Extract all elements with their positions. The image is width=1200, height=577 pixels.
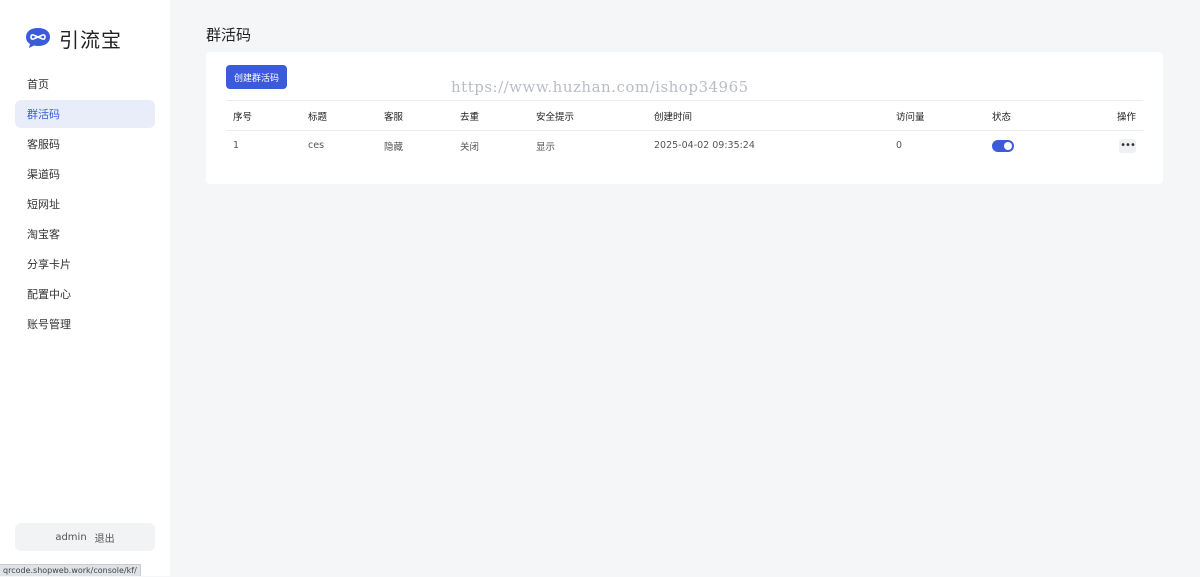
logout-link[interactable]: 退出 — [95, 530, 115, 545]
column-header-safety-tip: 安全提示 — [529, 100, 647, 131]
group-qrcode-table: 序号 标题 客服 去重 安全提示 创建时间 访问量 状态 操作 1 ces 隐藏… — [226, 100, 1143, 161]
sidebar-item-group-qrcode[interactable]: 群活码 — [15, 100, 155, 128]
sidebar: 引流宝 首页 群活码 客服码 渠道码 短网址 淘宝客 分享卡片 配置中心 账号管… — [0, 0, 170, 576]
username: admin — [55, 531, 87, 543]
sidebar-item-channel-qrcode[interactable]: 渠道码 — [15, 160, 155, 188]
create-group-qrcode-button[interactable]: 创建群活码 — [226, 65, 287, 89]
app-logo[interactable]: 引流宝 — [25, 24, 122, 52]
column-header-dedup: 去重 — [453, 100, 529, 131]
sidebar-nav: 首页 群活码 客服码 渠道码 短网址 淘宝客 分享卡片 配置中心 账号管理 — [15, 70, 155, 340]
cell-no: 1 — [233, 140, 240, 152]
column-header-visits: 访问量 — [889, 100, 985, 131]
column-header-created-time: 创建时间 — [647, 100, 889, 131]
sidebar-item-config-center[interactable]: 配置中心 — [15, 280, 155, 308]
sidebar-item-short-url[interactable]: 短网址 — [15, 190, 155, 218]
page-title: 群活码 — [206, 26, 252, 44]
cell-safety-tip: 显示 — [536, 141, 556, 153]
sidebar-item-service-qrcode[interactable]: 客服码 — [15, 130, 155, 158]
table-header-row: 序号 标题 客服 去重 安全提示 创建时间 访问量 状态 操作 — [226, 100, 1143, 131]
column-header-actions: 操作 — [1075, 100, 1143, 131]
status-bar-url: qrcode.shopweb.work/console/kf/ — [0, 564, 141, 576]
column-header-no: 序号 — [226, 100, 301, 131]
sidebar-item-home[interactable]: 首页 — [15, 70, 155, 98]
sidebar-item-share-card[interactable]: 分享卡片 — [15, 250, 155, 278]
content-card: 创建群活码 https://www.huzhan.com/ishop34965 … — [206, 52, 1163, 184]
cell-status — [985, 131, 1075, 161]
user-box: admin 退出 — [15, 523, 155, 551]
sidebar-item-taobaoke[interactable]: 淘宝客 — [15, 220, 155, 248]
column-header-status: 状态 — [985, 100, 1075, 131]
more-dots-icon[interactable]: ••• — [1119, 138, 1136, 153]
sidebar-item-account-management[interactable]: 账号管理 — [15, 310, 155, 338]
cell-actions: ••• — [1075, 131, 1143, 161]
column-header-title: 标题 — [301, 100, 377, 131]
cell-visits: 0 — [896, 140, 903, 152]
cell-created-time: 2025-04-02 09:35:24 — [654, 140, 755, 152]
table-row: 1 ces 隐藏 关闭 显示 2025-04-02 09:35:24 0 ••• — [226, 131, 1143, 161]
cell-service: 隐藏 — [384, 141, 404, 153]
cell-title: ces — [308, 140, 325, 152]
column-header-service: 客服 — [377, 100, 453, 131]
status-toggle[interactable] — [992, 139, 1014, 152]
watermark-text: https://www.huzhan.com/ishop34965 — [451, 78, 749, 96]
logo-icon — [26, 28, 50, 48]
app-name: 引流宝 — [59, 27, 122, 52]
cell-dedup: 关闭 — [460, 141, 480, 153]
